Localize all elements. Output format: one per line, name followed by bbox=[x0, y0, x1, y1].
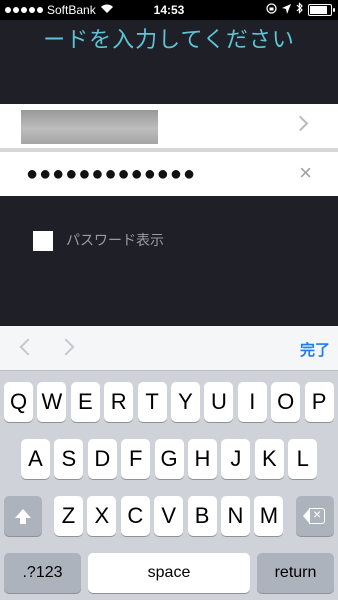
key-d[interactable]: D bbox=[87, 439, 117, 479]
shift-icon-stem bbox=[20, 518, 26, 524]
key-s[interactable]: S bbox=[54, 439, 84, 479]
location-icon bbox=[282, 3, 291, 17]
previous-field-icon[interactable] bbox=[19, 338, 37, 356]
show-password-checkbox[interactable] bbox=[33, 231, 53, 251]
backspace-key[interactable]: × bbox=[296, 496, 334, 536]
account-field[interactable] bbox=[0, 104, 338, 148]
key-p[interactable]: P bbox=[304, 382, 334, 422]
shift-icon bbox=[15, 508, 31, 518]
key-g[interactable]: G bbox=[154, 439, 184, 479]
done-button[interactable]: 完了 bbox=[300, 339, 330, 360]
backspace-icon: × bbox=[303, 506, 327, 524]
key-k[interactable]: K bbox=[254, 439, 284, 479]
chevron-right-icon[interactable] bbox=[292, 115, 309, 132]
key-x[interactable]: X bbox=[87, 496, 117, 536]
keyboard: 完了 Q W E R T Y U I O P A S D F G H J K L Z X C V B N M × .?123 space… bbox=[0, 326, 338, 600]
clear-icon[interactable]: × bbox=[299, 161, 312, 185]
bluetooth-icon bbox=[296, 2, 303, 17]
shift-key[interactable] bbox=[4, 496, 42, 536]
status-bar: SoftBank 14:53 bbox=[0, 0, 338, 20]
key-a[interactable]: A bbox=[21, 439, 50, 479]
key-l[interactable]: L bbox=[288, 439, 318, 479]
password-field[interactable]: ●●●●●●●●●●●●● × bbox=[0, 152, 338, 196]
status-icons bbox=[266, 2, 335, 17]
password-value: ●●●●●●●●●●●●● bbox=[26, 163, 197, 185]
numbers-key[interactable]: .?123 bbox=[4, 553, 81, 593]
key-e[interactable]: E bbox=[70, 382, 100, 422]
battery-icon bbox=[308, 3, 335, 16]
key-y[interactable]: Y bbox=[171, 382, 200, 422]
space-key[interactable]: space bbox=[88, 553, 250, 593]
key-v[interactable]: V bbox=[154, 496, 184, 536]
key-w[interactable]: W bbox=[37, 382, 67, 422]
key-c[interactable]: C bbox=[120, 496, 150, 536]
key-o[interactable]: O bbox=[271, 382, 301, 422]
redacted-account-value bbox=[21, 110, 158, 144]
key-f[interactable]: F bbox=[121, 439, 151, 479]
key-t[interactable]: T bbox=[137, 382, 167, 422]
rotation-lock-icon bbox=[266, 2, 277, 17]
key-r[interactable]: R bbox=[104, 382, 134, 422]
key-i[interactable]: I bbox=[237, 382, 267, 422]
keyboard-toolbar: 完了 bbox=[0, 326, 338, 371]
key-z[interactable]: Z bbox=[54, 496, 83, 536]
page-title: ードを入力してください bbox=[43, 27, 295, 52]
return-key[interactable]: return bbox=[257, 553, 334, 593]
keyboard-keys: Q W E R T Y U I O P A S D F G H J K L Z X C V B N M × .?123 space ret… bbox=[0, 370, 338, 600]
key-b[interactable]: B bbox=[187, 496, 217, 536]
show-password-label: パスワード表示 bbox=[66, 232, 164, 248]
key-q[interactable]: Q bbox=[4, 382, 33, 422]
next-field-icon[interactable] bbox=[57, 338, 75, 356]
key-h[interactable]: H bbox=[188, 439, 217, 479]
key-m[interactable]: M bbox=[254, 496, 284, 536]
key-j[interactable]: J bbox=[221, 439, 251, 479]
key-u[interactable]: U bbox=[204, 382, 234, 422]
key-n[interactable]: N bbox=[221, 496, 250, 536]
